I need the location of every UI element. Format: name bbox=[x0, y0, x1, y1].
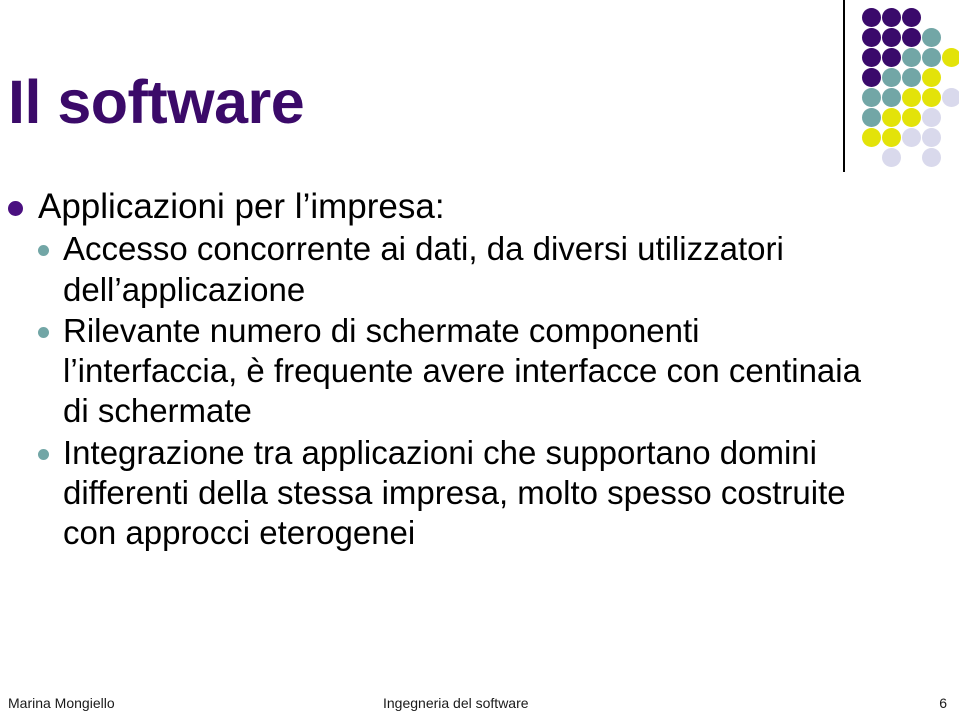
decorative-dot bbox=[902, 108, 921, 127]
bullet-text: Accesso concorrente ai dati, da diversi … bbox=[63, 230, 784, 308]
bullet-item: Rilevante numero di schermate componenti… bbox=[38, 311, 880, 432]
decorative-dot bbox=[862, 128, 881, 147]
vertical-divider-line bbox=[843, 0, 845, 172]
decorative-dot-grid bbox=[862, 8, 959, 168]
decorative-dot bbox=[922, 68, 941, 87]
decorative-dot bbox=[922, 148, 941, 167]
bullet-text: Integrazione tra applicazioni che suppor… bbox=[63, 433, 846, 552]
decorative-dot bbox=[902, 48, 921, 67]
bullet-marker-icon bbox=[38, 245, 49, 257]
decorative-dot bbox=[882, 108, 901, 127]
bullet-marker-icon bbox=[8, 201, 23, 216]
decorative-dot bbox=[902, 68, 921, 87]
decorative-dot bbox=[882, 148, 901, 167]
decorative-dot bbox=[922, 28, 941, 47]
decorative-dot bbox=[882, 48, 901, 67]
decorative-dot bbox=[882, 88, 901, 107]
decorative-dot bbox=[922, 48, 941, 67]
decorative-dot bbox=[922, 108, 941, 127]
decorative-dot bbox=[942, 88, 959, 107]
decorative-dot bbox=[862, 88, 881, 107]
bullet-text: Rilevante numero di schermate componenti… bbox=[63, 311, 861, 430]
bullet-item: Integrazione tra applicazioni che suppor… bbox=[38, 433, 880, 554]
footer-page-number: 6 bbox=[939, 695, 947, 711]
decorative-dot bbox=[862, 48, 881, 67]
decorative-dot bbox=[882, 8, 901, 27]
decorative-dot bbox=[902, 128, 921, 147]
footer-author: Marina Mongiello bbox=[8, 695, 115, 711]
page-title: Il software bbox=[8, 68, 305, 136]
decorative-dot bbox=[862, 68, 881, 87]
decorative-dot bbox=[862, 108, 881, 127]
decorative-dot bbox=[882, 28, 901, 47]
decorative-dot bbox=[882, 128, 901, 147]
decorative-dot bbox=[902, 8, 921, 27]
decorative-dot bbox=[902, 88, 921, 107]
decorative-dot bbox=[902, 28, 921, 47]
decorative-dot bbox=[862, 8, 881, 27]
bullet-text: Applicazioni per l’impresa: bbox=[38, 187, 445, 226]
decorative-dot bbox=[922, 88, 941, 107]
bullet-item: Accesso concorrente ai dati, da diversi … bbox=[38, 229, 880, 310]
footer-course-title: Ingegneria del software bbox=[383, 695, 529, 711]
bullet-marker-icon bbox=[38, 448, 49, 460]
decorative-dot bbox=[922, 128, 941, 147]
slide-footer: Marina Mongiello Ingegneria del software… bbox=[0, 692, 959, 714]
decorative-dot bbox=[942, 48, 959, 67]
decorative-dot bbox=[882, 68, 901, 87]
slide: Il software Applicazioni per l’impresa: A… bbox=[0, 0, 959, 718]
bullet-marker-icon bbox=[38, 326, 49, 338]
bullet-item: Applicazioni per l’impresa: bbox=[8, 186, 880, 227]
slide-body: Applicazioni per l’impresa: Accesso conco… bbox=[0, 186, 880, 554]
decorative-dot bbox=[862, 28, 881, 47]
